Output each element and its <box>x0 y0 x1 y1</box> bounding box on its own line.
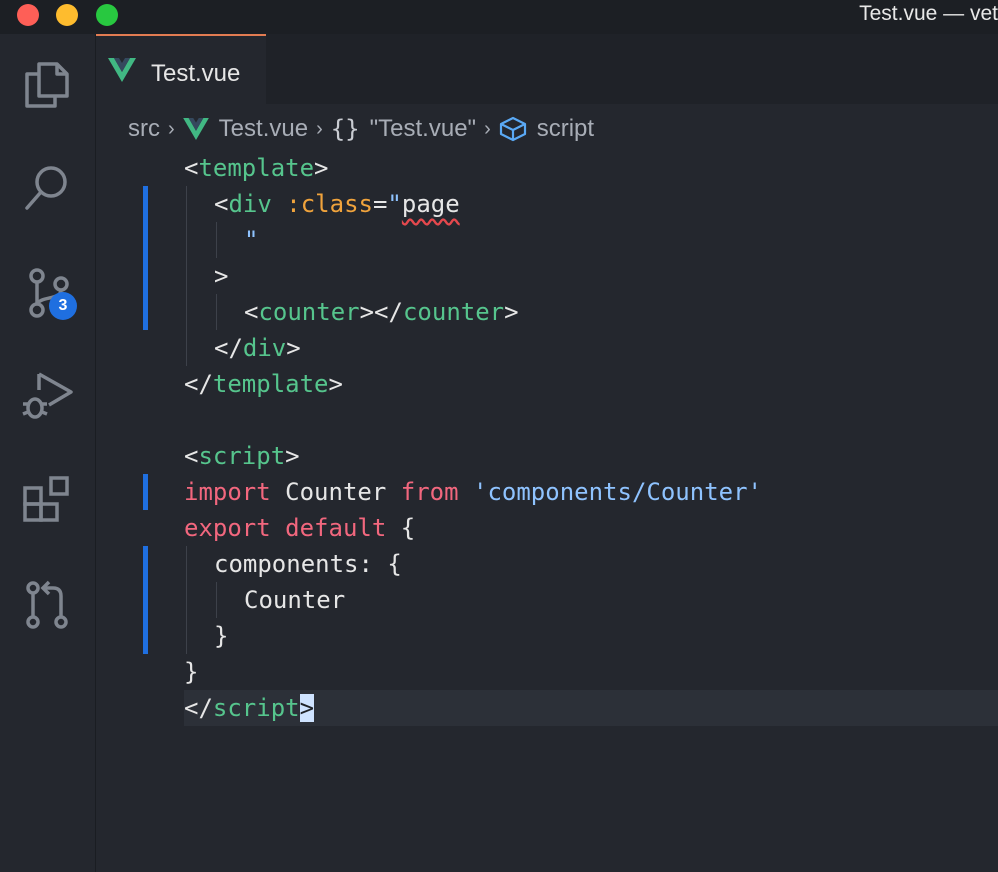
text-cursor: > <box>299 694 315 722</box>
code-line-6: </div> <box>214 334 301 362</box>
window-title: Test.vue — vet <box>859 2 998 25</box>
title-bar: Test.vue — vet <box>0 0 998 34</box>
breadcrumb-item-script[interactable]: script <box>537 115 594 143</box>
indent-guide <box>216 294 217 330</box>
activity-bar: 3 <box>0 34 96 872</box>
code-line-4: > <box>214 262 229 290</box>
tab-test-vue[interactable]: Test.vue <box>96 34 266 104</box>
tab-bar: Test.vue <box>96 34 998 104</box>
code-line-7: </template> <box>184 370 343 398</box>
close-window-button[interactable] <box>17 4 39 26</box>
indent-guide <box>216 222 217 258</box>
tab-label: Test.vue <box>151 60 241 87</box>
minimize-window-button[interactable] <box>56 4 78 26</box>
breadcrumb-item-module[interactable]: "Test.vue" <box>370 115 476 143</box>
braces-icon: {} <box>330 115 360 143</box>
breadcrumb: src › Test.vue › {} "Test.vue" › script <box>128 112 594 146</box>
files-icon <box>25 62 69 108</box>
search-button[interactable] <box>19 160 75 216</box>
vue-icon <box>182 118 209 140</box>
indent-guide <box>186 546 187 654</box>
extensions-button[interactable] <box>19 472 75 528</box>
code-line-9: <script> <box>184 442 300 470</box>
code-line-3: " <box>244 226 259 254</box>
code-line-11: export default { <box>184 514 416 542</box>
explorer-button[interactable] <box>19 56 75 112</box>
code-line-15: } <box>184 658 199 686</box>
breadcrumb-item-file[interactable]: Test.vue <box>219 115 308 143</box>
pull-requests-button[interactable] <box>19 576 75 632</box>
code-line-5: <counter></counter> <box>244 298 519 326</box>
run-debug-button[interactable] <box>19 368 75 424</box>
chevron-right-icon: › <box>168 117 175 140</box>
code-line-10: import Counter from 'components/Counter' <box>184 478 762 506</box>
run-debug-icon <box>22 372 73 419</box>
code-line-2: <div :class="page <box>214 190 460 218</box>
code-line-1: <template> <box>184 154 329 182</box>
indent-guide <box>186 186 187 366</box>
modified-gutter-marker[interactable] <box>143 474 148 510</box>
code-line-14: } <box>214 622 229 650</box>
chevron-right-icon: › <box>316 117 323 140</box>
error-squiggle: page <box>401 190 460 218</box>
modified-gutter-marker[interactable] <box>143 546 148 654</box>
pull-request-icon <box>26 580 68 629</box>
modified-gutter-marker[interactable] <box>143 186 148 330</box>
code-line-16: </script> <box>184 694 315 722</box>
code-line-13: Counter <box>244 586 346 614</box>
code-line-12: components: { <box>214 550 402 578</box>
zoom-window-button[interactable] <box>96 4 118 26</box>
cube-icon <box>499 116 526 142</box>
indent-guide <box>216 582 217 618</box>
vue-icon <box>108 58 136 82</box>
search-icon <box>25 166 67 210</box>
source-control-badge: 3 <box>49 292 77 320</box>
chevron-right-icon: › <box>484 117 491 140</box>
extensions-icon <box>23 476 69 522</box>
breadcrumb-item-src[interactable]: src <box>128 115 160 143</box>
source-control-button[interactable]: 3 <box>19 266 77 322</box>
